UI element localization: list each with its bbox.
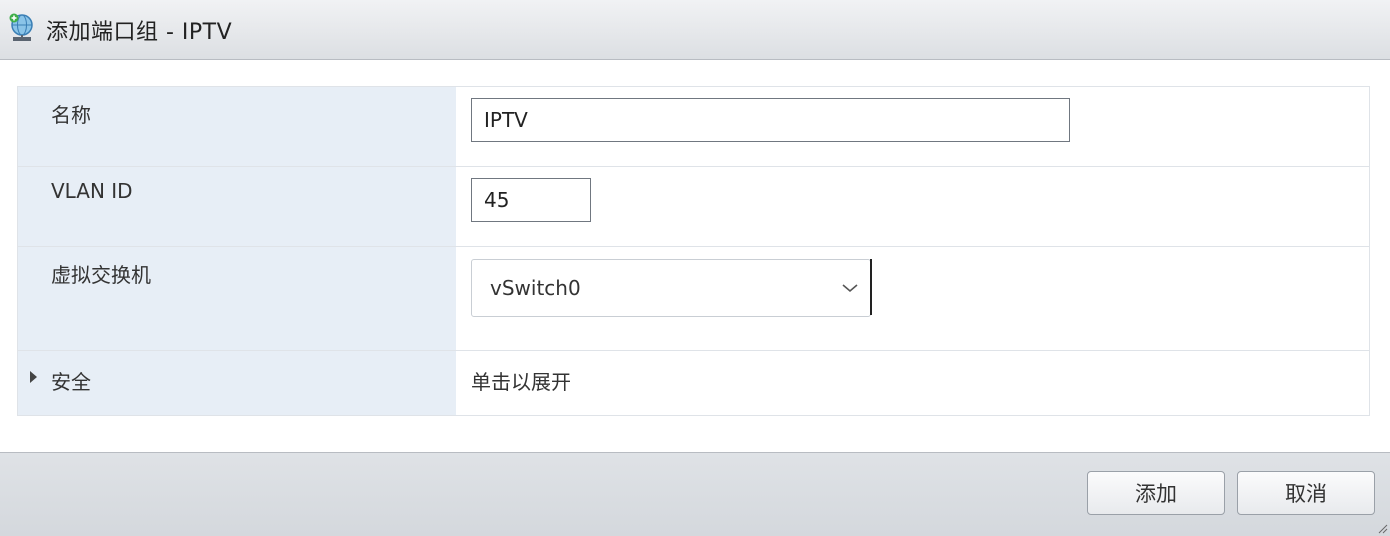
resize-grip-icon[interactable] bbox=[1376, 522, 1388, 534]
dialog-title: 添加端口组 - IPTV bbox=[46, 20, 233, 45]
vlan-id-input[interactable] bbox=[471, 178, 591, 222]
chevron-down-icon bbox=[842, 284, 858, 293]
vlan-id-label: VLAN ID bbox=[51, 179, 133, 203]
form-row-vlan: VLAN ID bbox=[18, 167, 1369, 247]
vswitch-select[interactable]: vSwitch0 bbox=[471, 259, 871, 317]
add-button[interactable]: 添加 bbox=[1087, 471, 1225, 515]
dialog-content: 名称 VLAN ID 虚拟交换机 vSwitch0 bbox=[0, 60, 1390, 452]
security-expand-hint[interactable]: 单击以展开 bbox=[471, 366, 571, 395]
security-label[interactable]: 安全 bbox=[51, 366, 91, 395]
name-label: 名称 bbox=[51, 103, 91, 127]
dialog-footer: 添加 取消 bbox=[0, 452, 1390, 536]
vswitch-select-value: vSwitch0 bbox=[490, 276, 581, 300]
network-portgroup-icon bbox=[9, 13, 33, 41]
form-row-name: 名称 bbox=[18, 87, 1369, 167]
dialog-titlebar: 添加端口组 - IPTV bbox=[0, 0, 1390, 60]
portgroup-form: 名称 VLAN ID 虚拟交换机 vSwitch0 bbox=[17, 86, 1370, 416]
form-row-vswitch: 虚拟交换机 vSwitch0 bbox=[18, 247, 1369, 351]
name-input[interactable] bbox=[471, 98, 1070, 142]
expand-arrow-icon[interactable] bbox=[30, 371, 37, 383]
cancel-button[interactable]: 取消 bbox=[1237, 471, 1375, 515]
form-row-security[interactable]: 安全 单击以展开 bbox=[18, 351, 1369, 415]
text-cursor bbox=[870, 259, 872, 315]
vswitch-label: 虚拟交换机 bbox=[51, 263, 151, 287]
